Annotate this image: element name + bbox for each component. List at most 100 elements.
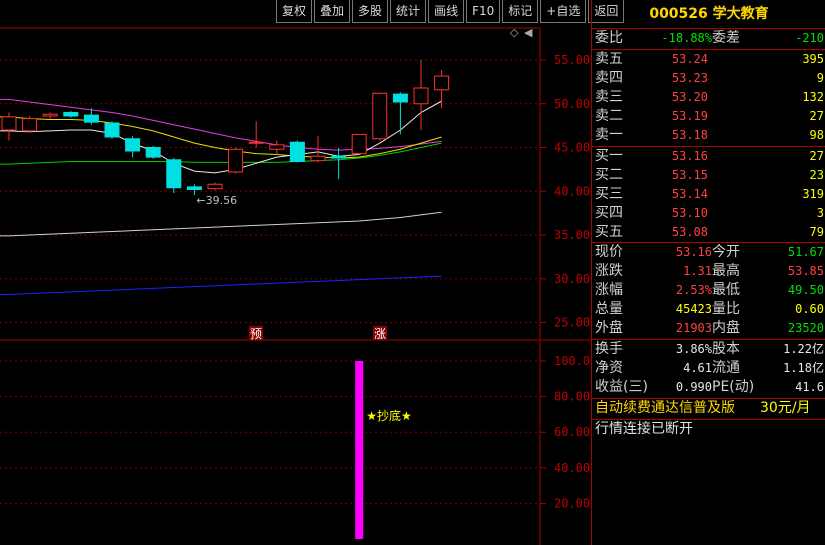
stock-title: 000526 学大教育 bbox=[649, 6, 769, 22]
price-axis-label: 30.00 bbox=[554, 272, 590, 286]
quote-label: 总量 bbox=[595, 301, 623, 317]
quote-label: 现价 bbox=[595, 244, 623, 260]
fund-value: 41.6 bbox=[795, 380, 824, 394]
marker-yu: 预 bbox=[250, 327, 262, 341]
sell-row: 卖一 53.18 98 bbox=[592, 126, 825, 145]
candle-body bbox=[186, 186, 202, 190]
price-axis-label: 25.00 bbox=[554, 316, 590, 330]
quote-row: 现价 53.16 今开 51.67 bbox=[592, 243, 825, 262]
fund-label: 流通 bbox=[712, 360, 740, 376]
order-label: 买二 bbox=[595, 167, 623, 183]
order-label: 卖三 bbox=[595, 89, 623, 105]
fundamental-row: 净资 4.61 流通 1.18亿 bbox=[592, 359, 825, 378]
candle-body bbox=[269, 144, 285, 150]
weibi-label: 委比 bbox=[595, 30, 623, 46]
weibi-value: -18.88% bbox=[661, 31, 712, 45]
quote-value: 51.67 bbox=[787, 245, 824, 259]
fund-label: 净资 bbox=[595, 360, 623, 376]
order-volume: 395 bbox=[802, 52, 824, 66]
candle-body bbox=[331, 155, 347, 159]
order-price: 53.14 bbox=[671, 187, 708, 201]
candle-body bbox=[248, 141, 264, 144]
buy-row: 买五 53.08 79 bbox=[592, 223, 825, 242]
toolbar-button-1[interactable]: 叠加 bbox=[314, 0, 351, 23]
indicator-axis-label: 60.00 bbox=[554, 425, 590, 439]
ad-price: 30元/月 bbox=[760, 400, 811, 416]
candle-body bbox=[83, 114, 99, 123]
fund-value: 0.990 bbox=[675, 380, 712, 394]
buy-row: 买三 53.14 319 bbox=[592, 185, 825, 204]
order-volume: 27 bbox=[809, 149, 824, 163]
quote-row: 总量 45423 量比 0.60 bbox=[592, 300, 825, 319]
order-label: 买四 bbox=[595, 205, 623, 221]
order-price: 53.08 bbox=[671, 225, 708, 239]
price-axis-label: 45.00 bbox=[554, 141, 590, 155]
toolbar-button-3[interactable]: 统计 bbox=[390, 0, 427, 23]
order-label: 卖二 bbox=[595, 108, 623, 124]
candle-body bbox=[413, 87, 429, 105]
buy-row: 买一 53.16 27 bbox=[592, 147, 825, 166]
expand-icon[interactable]: ◇ bbox=[510, 26, 519, 39]
collapse-icon[interactable]: ◀ bbox=[524, 26, 533, 39]
price-axis-label: 35.00 bbox=[554, 228, 590, 242]
ad-row: 自动续费通达信普及版 30元/月 bbox=[592, 399, 825, 418]
sell-row: 卖四 53.23 9 bbox=[592, 69, 825, 88]
order-label: 卖五 bbox=[595, 51, 623, 67]
buy-row: 买四 53.10 3 bbox=[592, 204, 825, 223]
candle-body bbox=[289, 141, 305, 162]
signal-bar bbox=[355, 361, 364, 539]
order-price: 53.10 bbox=[671, 206, 708, 220]
candle-body bbox=[207, 183, 223, 190]
kline-chart[interactable]: ◇ ◀ 55.00 50.00 45.00 40.00 35.00 30.00 25.00 100… bbox=[0, 0, 591, 545]
candle-body bbox=[434, 75, 450, 91]
order-label: 买三 bbox=[595, 186, 623, 202]
fund-value: 1.22亿 bbox=[783, 342, 824, 356]
quote-value: 49.50 bbox=[787, 283, 824, 297]
quote-value: 1.31 bbox=[683, 264, 712, 278]
toolbar-button-6[interactable]: 标记 bbox=[502, 0, 539, 23]
ma-long-line bbox=[0, 211, 442, 237]
fundamental-row: 收益(三) 0.990 PE(动) 41.6 bbox=[592, 378, 825, 397]
toolbar-button-4[interactable]: 画线 bbox=[428, 0, 465, 23]
order-price: 53.24 bbox=[671, 52, 708, 66]
order-label: 卖一 bbox=[595, 127, 623, 143]
order-volume: 27 bbox=[809, 109, 824, 123]
order-price: 53.20 bbox=[671, 90, 708, 104]
toolbar-button-0[interactable]: 复权 bbox=[276, 0, 313, 23]
order-volume: 23 bbox=[809, 168, 824, 182]
quote-row: 涨幅 2.53% 最低 49.50 bbox=[592, 281, 825, 300]
toolbar-button-2[interactable]: 多股 bbox=[352, 0, 389, 23]
quote-label: 涨幅 bbox=[595, 282, 623, 298]
candle-body bbox=[372, 92, 388, 140]
quote-value: 45423 bbox=[675, 302, 712, 316]
toolbar-button-5[interactable]: F10 bbox=[466, 0, 501, 23]
indicator-axis-label: 80.00 bbox=[554, 390, 590, 404]
buy-row: 买二 53.15 23 bbox=[592, 166, 825, 185]
candle-body bbox=[1, 116, 17, 131]
fundamental-row: 换手 3.86% 股本 1.22亿 bbox=[592, 340, 825, 359]
signal-label: ★抄底★ bbox=[366, 408, 412, 423]
connection-status: 行情连接已断开 bbox=[595, 421, 693, 437]
candle-body bbox=[22, 118, 38, 132]
price-axis-label: 50.00 bbox=[554, 97, 590, 111]
sell-row: 卖二 53.19 27 bbox=[592, 107, 825, 126]
candle-body bbox=[228, 148, 244, 173]
toolbar-button-7[interactable]: +自选 bbox=[540, 0, 587, 23]
candle-body bbox=[310, 155, 326, 162]
quote-label: 最高 bbox=[712, 263, 740, 279]
quote-label: 今开 bbox=[712, 244, 740, 260]
candle-body bbox=[42, 113, 58, 117]
fund-value: 3.86% bbox=[675, 342, 712, 356]
candle-body bbox=[104, 122, 120, 138]
quote-label: 外盘 bbox=[595, 320, 623, 336]
order-volume: 3 bbox=[816, 206, 824, 220]
quote-panel: 000526 学大教育 委比 -18.88% 委差 -210 卖五 53.24 395 卖四 5… bbox=[591, 0, 825, 545]
quote-value: 53.85 bbox=[787, 264, 824, 278]
candle-body bbox=[351, 133, 367, 155]
candle-body bbox=[166, 159, 182, 189]
sell-row: 卖三 53.20 132 bbox=[592, 88, 825, 107]
ad-text: 自动续费通达信普及版 bbox=[595, 400, 735, 416]
low-price-label: ←39.56 bbox=[196, 194, 237, 207]
quote-label: 量比 bbox=[712, 301, 740, 317]
order-label: 买五 bbox=[595, 224, 623, 240]
